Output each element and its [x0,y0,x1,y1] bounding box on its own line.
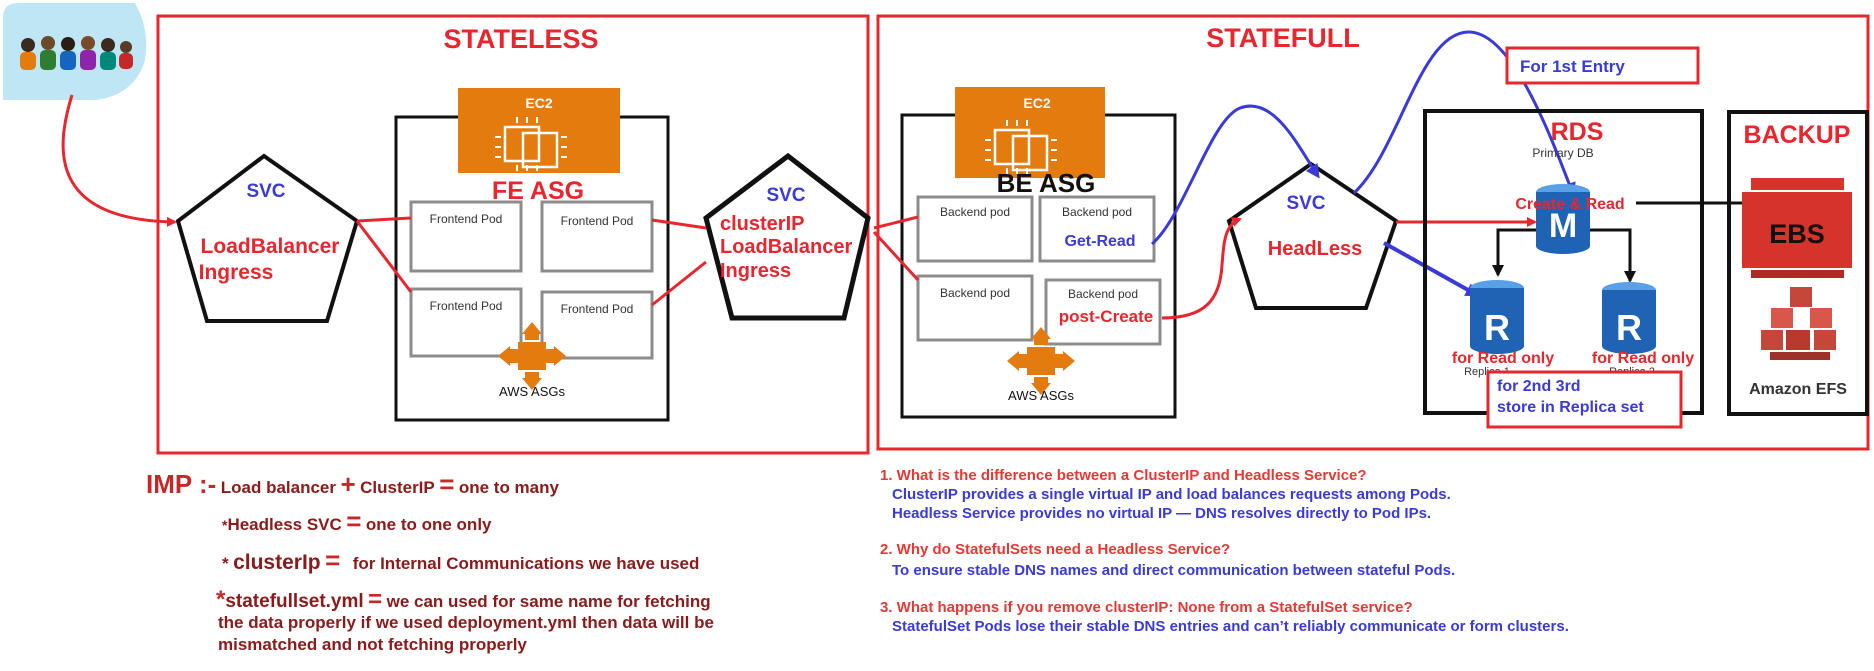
imp-notes: IMP :- Load balancer + ClusterIP = one t… [0,0,860,671]
qa-block: 1. What is the difference between a Clus… [880,466,1780,636]
imp-line-2: *Headless SVC = one to one only [222,506,492,537]
first-entry-label: For 1st Entry [1520,57,1625,76]
be-asg-title: BE ASG [997,168,1096,198]
imp-clusterip: ClusterIP [360,478,435,497]
svc2-to-backend-link-top [873,215,919,230]
efs-label: Amazon EFS [1749,381,1847,398]
read-only-label-1: for Read only [1452,350,1554,367]
replica1-letter: R [1484,307,1510,348]
replica2-letter: R [1616,307,1642,348]
svc3-type-headless: HeadLess [1268,238,1363,260]
stateful-title: STATEFULL [1206,23,1359,53]
ebs-label: EBS [1769,219,1825,249]
qa-question-2: 2. Why do StatefulSets need a Headless S… [880,541,1231,558]
imp-headless: Headless SVC [227,515,342,534]
imp-lb: Load balancer [220,478,337,497]
qa-answer-1b: Headless Service provides no virtual IP … [892,505,1432,522]
imp-line-1: IMP :- Load balancer + ClusterIP = one t… [146,469,559,500]
be-asg-caption: AWS ASGs [1008,388,1074,403]
backend-pod-1-label: Backend pod [940,205,1010,219]
imp-star-3: * [222,554,229,573]
imp-clusterip-2: clusterIp [233,551,321,574]
headless-to-replica1-arrow [1383,241,1480,297]
qa-item-2: 2. Why do StatefulSets need a Headless S… [880,540,1780,580]
be-ec2-label: EC2 [1023,95,1050,111]
imp-statefulset: statefullset.yml [225,591,364,612]
qa-answer-2: To ensure stable DNS names and direct co… [892,562,1456,579]
efs-cubes-icon [1761,287,1836,360]
imp-one-to-many: one to many [458,478,559,497]
backend-pod-3-label: Backend pod [940,286,1010,300]
imp-line-6: mismatched and not fetching properly [218,635,527,654]
imp-line-5: the data properly if we used deployment.… [218,613,714,632]
imp-line-4: *statefullset.yml = we can used for same… [216,586,711,614]
backup-title: BACKUP [1744,121,1851,149]
rds-title: RDS [1551,118,1604,146]
replica-note-line1: for 2nd 3rd [1497,378,1581,395]
svc-headless-pentagon [1226,161,1399,310]
imp-one-to-one: one to one only [365,515,492,534]
imp-eq-1: = [439,469,455,499]
imp-eq-4: = [368,586,383,613]
svc2-to-backend-link-bottom [872,230,920,282]
imp-eq-3: = [325,545,341,575]
qa-item-3: 3. What happens if you remove clusterIP:… [880,598,1780,636]
imp-eq-2: = [346,506,362,536]
imp-star-4: * [216,586,226,613]
primary-to-replica1-arrow [1492,228,1536,277]
replica-note-line2: store in Replica set [1497,399,1644,416]
get-read-label: Get-Read [1064,233,1135,250]
primary-to-replica2-arrow [1590,228,1636,283]
primary-db-label: Primary DB [1532,146,1593,160]
post-create-label: post-Create [1059,307,1153,326]
backend-pod-2-label: Backend pod [1062,205,1132,219]
master-letter: M [1549,207,1577,245]
qa-question-1: 1. What is the difference between a Clus… [880,467,1367,484]
imp-same-name: we can used for same name for fetching [386,592,711,611]
imp-title: IMP :- [146,469,217,499]
imp-plus: + [340,469,356,499]
qa-answer-1a: ClusterIP provides a single virtual IP a… [892,486,1451,503]
imp-internal: for Internal Communications we have used [352,554,700,573]
qa-question-3: 3. What happens if you remove clusterIP:… [880,599,1413,616]
read-only-label-2: for Read only [1592,350,1694,367]
svc3-label: SVC [1286,193,1325,214]
qa-item-1: 1. What is the difference between a Clus… [880,466,1780,523]
backend-pod-4-label: Backend pod [1068,287,1138,301]
imp-line-3: * clusterIp = for Internal Communication… [222,545,699,576]
qa-answer-3: StatefulSet Pods lose their stable DNS e… [892,618,1569,635]
